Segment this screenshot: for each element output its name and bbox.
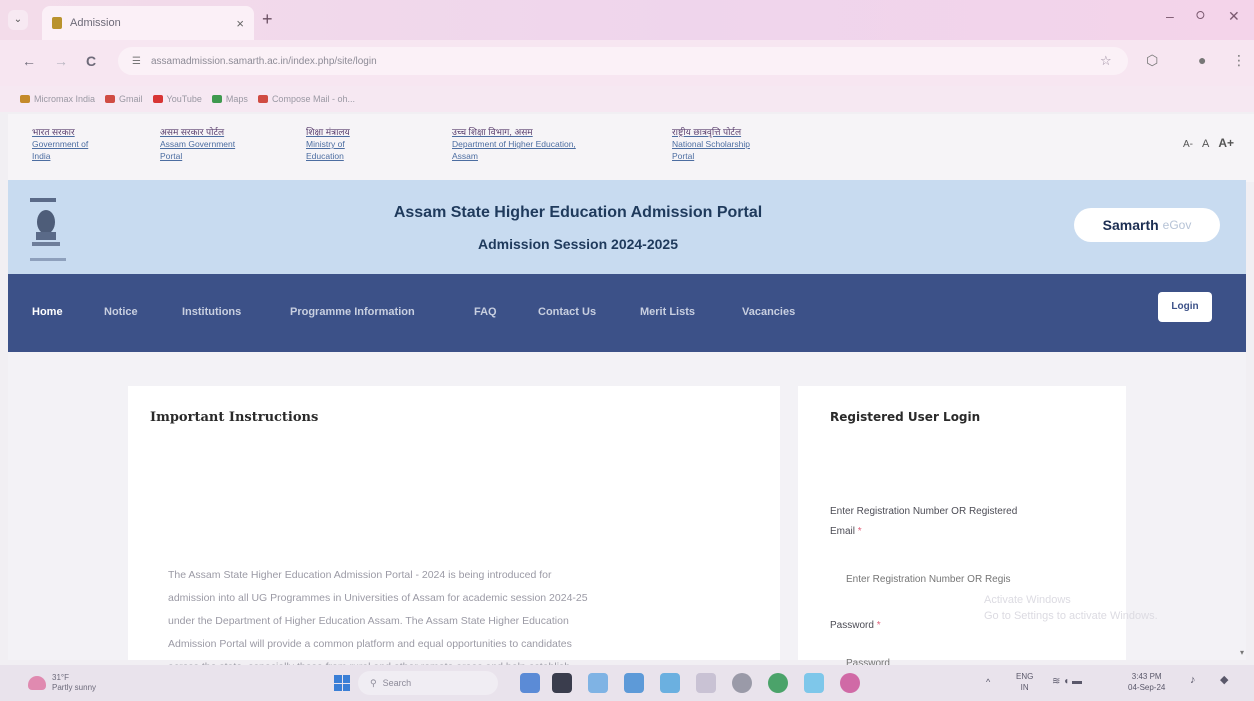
gov-link-national-scholarship-portal[interactable]: राष्ट्रीय छात्रवृत्ति पोर्टल National Sc… bbox=[672, 126, 750, 162]
gov-link-government-of-india[interactable]: भारत सरकार Government of India bbox=[32, 126, 88, 162]
back-button[interactable]: ← bbox=[22, 53, 36, 69]
activate-windows-watermark: Activate Windows Go to Settings to activ… bbox=[984, 594, 1158, 622]
username-label: Enter Registration Number OR Registered … bbox=[830, 506, 1018, 537]
font-normal-button[interactable]: A bbox=[1202, 138, 1209, 150]
nav-home[interactable]: Home bbox=[32, 306, 63, 318]
taskbar-app-icon[interactable] bbox=[696, 673, 716, 693]
gov-link-assam-government-portal[interactable]: असम सरकार पोर्टल Assam Government Portal bbox=[160, 126, 235, 162]
weather-icon bbox=[28, 676, 46, 690]
profile-icon[interactable]: ● bbox=[1198, 52, 1206, 68]
taskbar-app-icon[interactable] bbox=[732, 673, 752, 693]
language-indicator[interactable]: ENG IN bbox=[1016, 671, 1033, 693]
taskbar-search[interactable]: ⚲ Search bbox=[358, 671, 498, 695]
portal-header: Assam State Higher Education Admission P… bbox=[8, 180, 1246, 274]
address-bar[interactable]: ☰ assamadmission.samarth.ac.in/index.php… bbox=[118, 47, 1128, 75]
maximize-button[interactable]: ⭘ bbox=[1196, 10, 1205, 23]
tab-title: Admission bbox=[70, 17, 121, 29]
bookmark-star-icon[interactable]: ☆ bbox=[1100, 53, 1112, 69]
taskbar-app-icon[interactable] bbox=[588, 673, 608, 693]
tray-overflow-icon[interactable]: ^ bbox=[986, 677, 990, 688]
network-volume-battery-icon[interactable]: ≋ ◖ ▬ bbox=[1052, 676, 1082, 687]
address-url: assamadmission.samarth.ac.in/index.php/s… bbox=[150, 55, 377, 67]
weather-description: Partly sunny bbox=[52, 683, 97, 692]
notification-bell-icon[interactable]: ♪ bbox=[1190, 675, 1196, 686]
font-decrease-button[interactable]: A- bbox=[1183, 139, 1193, 150]
site-info-icon[interactable]: ☰ bbox=[132, 56, 141, 67]
copilot-icon[interactable]: ◆ bbox=[1220, 675, 1228, 686]
login-card-title: Registered User Login bbox=[830, 410, 981, 424]
forward-button[interactable]: → bbox=[54, 53, 68, 69]
browser-tab-admission[interactable]: Admission × bbox=[42, 6, 254, 40]
tab-search-button[interactable]: ⌄ bbox=[8, 10, 28, 30]
chrome-icon[interactable] bbox=[768, 673, 788, 693]
gov-link-ministry-of-education[interactable]: शिक्षा मंत्रालय Ministry of Education bbox=[306, 126, 350, 162]
nav-notice[interactable]: Notice bbox=[104, 306, 138, 318]
taskbar-app-icon[interactable] bbox=[552, 673, 572, 693]
weather-temperature: 31°F bbox=[52, 673, 69, 682]
browser-tabstrip: ⌄ Admission × + – ⭘ ✕ bbox=[0, 0, 1254, 40]
gmail-icon bbox=[105, 95, 116, 103]
nav-institutions[interactable]: Institutions bbox=[182, 306, 241, 318]
taskbar-search-label: Search bbox=[382, 678, 412, 688]
taskbar-app-icon[interactable] bbox=[520, 673, 540, 693]
bookmarks-bar: Micromax India Gmail YouTube Maps Compos… bbox=[0, 86, 1254, 112]
micromax-icon bbox=[20, 95, 30, 103]
browser-menu-icon[interactable]: ⋮ bbox=[1232, 52, 1246, 69]
gov-link-higher-education-assam[interactable]: उच्च शिक्षा विभाग, असम Department of Hig… bbox=[452, 126, 576, 162]
windows-taskbar: 31°F Partly sunny ⚲ Search ^ ENG IN ≋ ◖ … bbox=[0, 665, 1254, 701]
nav-faq[interactable]: FAQ bbox=[474, 306, 497, 318]
font-size-controls: A- A A+ bbox=[1183, 136, 1234, 150]
extensions-icon[interactable]: ⬡ bbox=[1146, 52, 1158, 69]
registration-email-input[interactable] bbox=[830, 564, 1098, 594]
search-icon: ⚲ bbox=[370, 677, 377, 688]
main-navbar: Home Notice Institutions Programme Infor… bbox=[8, 274, 1246, 352]
bookmark-maps[interactable]: Maps bbox=[211, 94, 248, 104]
nav-vacancies[interactable]: Vacancies bbox=[742, 306, 795, 318]
taskbar-app-icon[interactable] bbox=[804, 673, 824, 693]
file-explorer-icon[interactable] bbox=[624, 673, 644, 693]
instructions-text: The Assam State Higher Education Admissi… bbox=[168, 569, 588, 673]
clock[interactable]: 3:43 PM 04-Sep-24 bbox=[1128, 671, 1165, 693]
font-increase-button[interactable]: A+ bbox=[1218, 136, 1234, 150]
maps-icon bbox=[211, 95, 222, 103]
tab-close-icon[interactable]: × bbox=[236, 16, 244, 31]
admission-session: Admission Session 2024-2025 bbox=[478, 236, 678, 252]
bookmark-compose-mail[interactable]: Compose Mail - oh... bbox=[257, 94, 355, 104]
gov-links-strip: भारत सरकार Government of India असम सरकार… bbox=[8, 114, 1254, 182]
new-tab-button[interactable]: + bbox=[262, 9, 273, 30]
taskbar-app-icon[interactable] bbox=[660, 673, 680, 693]
gmail-icon bbox=[257, 95, 268, 103]
samarth-egov-logo[interactable]: Samarth eGov bbox=[1074, 208, 1220, 242]
nav-programme-information[interactable]: Programme Information bbox=[290, 306, 415, 318]
nav-merit-lists[interactable]: Merit Lists bbox=[640, 306, 695, 318]
weather-widget[interactable]: 31°F Partly sunny bbox=[28, 673, 96, 693]
instructions-title: Important Instructions bbox=[150, 410, 319, 425]
site-favicon-icon bbox=[52, 17, 62, 29]
portal-title: Assam State Higher Education Admission P… bbox=[393, 204, 763, 221]
scrollbar-down-arrow-icon[interactable]: ▾ bbox=[1240, 648, 1244, 657]
instructions-card: Important Instructions The Assam State H… bbox=[128, 386, 780, 673]
nav-contact-us[interactable]: Contact Us bbox=[538, 306, 596, 318]
bookmark-micromax[interactable]: Micromax India bbox=[20, 94, 95, 104]
youtube-icon bbox=[152, 95, 163, 103]
bookmark-youtube[interactable]: YouTube bbox=[152, 94, 202, 104]
bookmark-gmail[interactable]: Gmail bbox=[105, 94, 143, 104]
login-button[interactable]: Login bbox=[1158, 292, 1212, 322]
windows-start-icon[interactable] bbox=[334, 675, 350, 691]
national-emblem-icon[interactable] bbox=[26, 196, 70, 266]
chrome-icon[interactable] bbox=[840, 673, 860, 693]
close-window-button[interactable]: ✕ bbox=[1228, 8, 1240, 25]
minimize-button[interactable]: – bbox=[1166, 8, 1174, 24]
reload-button[interactable]: C bbox=[86, 53, 96, 69]
